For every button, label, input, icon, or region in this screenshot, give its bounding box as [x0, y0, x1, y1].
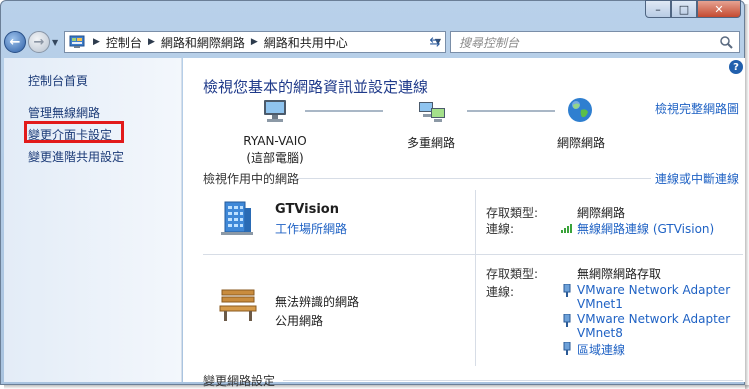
address-bar[interactable]: ▶ 控制台 ▶ 網路和網際網路 ▶ 網路和共用中心 ▼	[64, 31, 446, 53]
map-connector	[467, 110, 555, 112]
active-networks-title: 檢視作用中的網路	[203, 172, 300, 186]
search-icon[interactable]	[719, 35, 733, 52]
forward-arrow-icon: →	[33, 34, 45, 50]
breadcrumb-separator-icon[interactable]: ▶	[148, 37, 155, 47]
network-adapter-icon	[562, 313, 572, 330]
minimize-button[interactable]: –	[645, 0, 671, 18]
close-button[interactable]: ✕	[697, 0, 741, 18]
computer-icon[interactable]	[261, 98, 289, 127]
connections-label: 連線:	[486, 285, 515, 299]
network-category: 公用網路	[275, 314, 324, 328]
section-divider	[293, 178, 651, 179]
wireless-connection-link[interactable]: 無線網路連線 (GTVision)	[577, 220, 714, 237]
vmnet1-connection-link-line2[interactable]: VMnet1	[577, 297, 623, 311]
network-adapter-icon	[562, 341, 572, 358]
highlight-box	[24, 121, 124, 143]
search-input[interactable]: 搜尋控制台	[450, 31, 740, 53]
access-type-value: 網際網路	[577, 206, 626, 220]
access-type-value: 無網際網路存取	[577, 267, 662, 281]
multiple-networks-label: 多重網路	[406, 136, 455, 150]
vmnet8-connection-link-line2[interactable]: VMnet8	[577, 326, 623, 340]
column-divider	[475, 190, 476, 366]
access-type-label: 存取類型:	[486, 267, 539, 281]
internet-label: 網際網路	[556, 136, 605, 150]
window-shadow-bottom	[4, 385, 749, 389]
refresh-icon: ⇆	[429, 34, 441, 50]
control-panel-icon	[67, 32, 87, 52]
view-full-map-link[interactable]: 檢視完整網路圖	[655, 100, 739, 117]
public-network-bench-icon[interactable]	[219, 286, 257, 325]
window-shadow-right	[745, 4, 749, 389]
page-title: 檢視您基本的網路資訊並設定連線	[203, 78, 429, 96]
network-divider	[203, 254, 743, 255]
sidebar-item-advanced-sharing[interactable]: 變更進階共用設定	[28, 148, 124, 165]
caption-buttons: – □ ✕	[645, 0, 741, 18]
main-content: ? 檢視您基本的網路資訊並設定連線 檢視完整網路圖 RYAN-VAIO (這部電…	[183, 58, 745, 388]
map-connector	[305, 110, 383, 112]
connections-label: 連線:	[486, 222, 515, 236]
breadcrumb-separator-icon[interactable]: ▶	[93, 37, 100, 47]
sidebar-item-manage-wireless[interactable]: 管理無線網路	[28, 104, 100, 121]
back-arrow-icon: ←	[9, 34, 21, 50]
breadcrumb-network-sharing-center[interactable]: 網路和共用中心	[264, 34, 348, 51]
network-name: 無法辨識的網路	[275, 295, 360, 309]
refresh-button[interactable]: ⇆	[424, 32, 446, 52]
task-pane: 控制台首頁 管理無線網路 變更介面卡設定 變更進階共用設定	[4, 58, 182, 382]
wireless-signal-icon	[561, 222, 575, 236]
network-name: GTVision	[275, 202, 339, 217]
local-area-connection-link[interactable]: 區域連線	[577, 341, 625, 358]
vmnet8-connection-link[interactable]: VMware Network Adapter	[577, 312, 730, 326]
access-type-label: 存取類型:	[486, 206, 539, 220]
breadcrumb-network-internet[interactable]: 網路和網際網路	[161, 34, 245, 51]
network-adapter-icon	[562, 283, 572, 300]
forward-button[interactable]: →	[28, 31, 50, 53]
multiple-networks-icon[interactable]	[417, 98, 447, 127]
search-placeholder: 搜尋控制台	[459, 35, 520, 50]
vmnet1-connection-link[interactable]: VMware Network Adapter	[577, 283, 730, 297]
maximize-button[interactable]: □	[671, 0, 697, 18]
section-divider	[283, 380, 743, 381]
recent-pages-dropdown[interactable]: ▼	[52, 38, 58, 47]
network-category-link[interactable]: 工作場所網路	[275, 220, 347, 237]
change-settings-title: 變更網路設定	[203, 374, 276, 388]
computer-sub-label: (這部電腦)	[246, 151, 304, 165]
connect-disconnect-link[interactable]: 連線或中斷連線	[655, 170, 739, 187]
internet-globe-icon[interactable]	[566, 96, 594, 127]
help-icon[interactable]: ?	[729, 60, 743, 74]
breadcrumb-separator-icon[interactable]: ▶	[251, 37, 258, 47]
breadcrumb-control-panel[interactable]: 控制台	[106, 34, 142, 51]
back-button[interactable]: ←	[4, 31, 26, 53]
work-network-icon[interactable]	[219, 198, 253, 239]
sidebar-item-control-panel-home[interactable]: 控制台首頁	[28, 72, 88, 89]
computer-name: RYAN-VAIO	[243, 134, 307, 148]
